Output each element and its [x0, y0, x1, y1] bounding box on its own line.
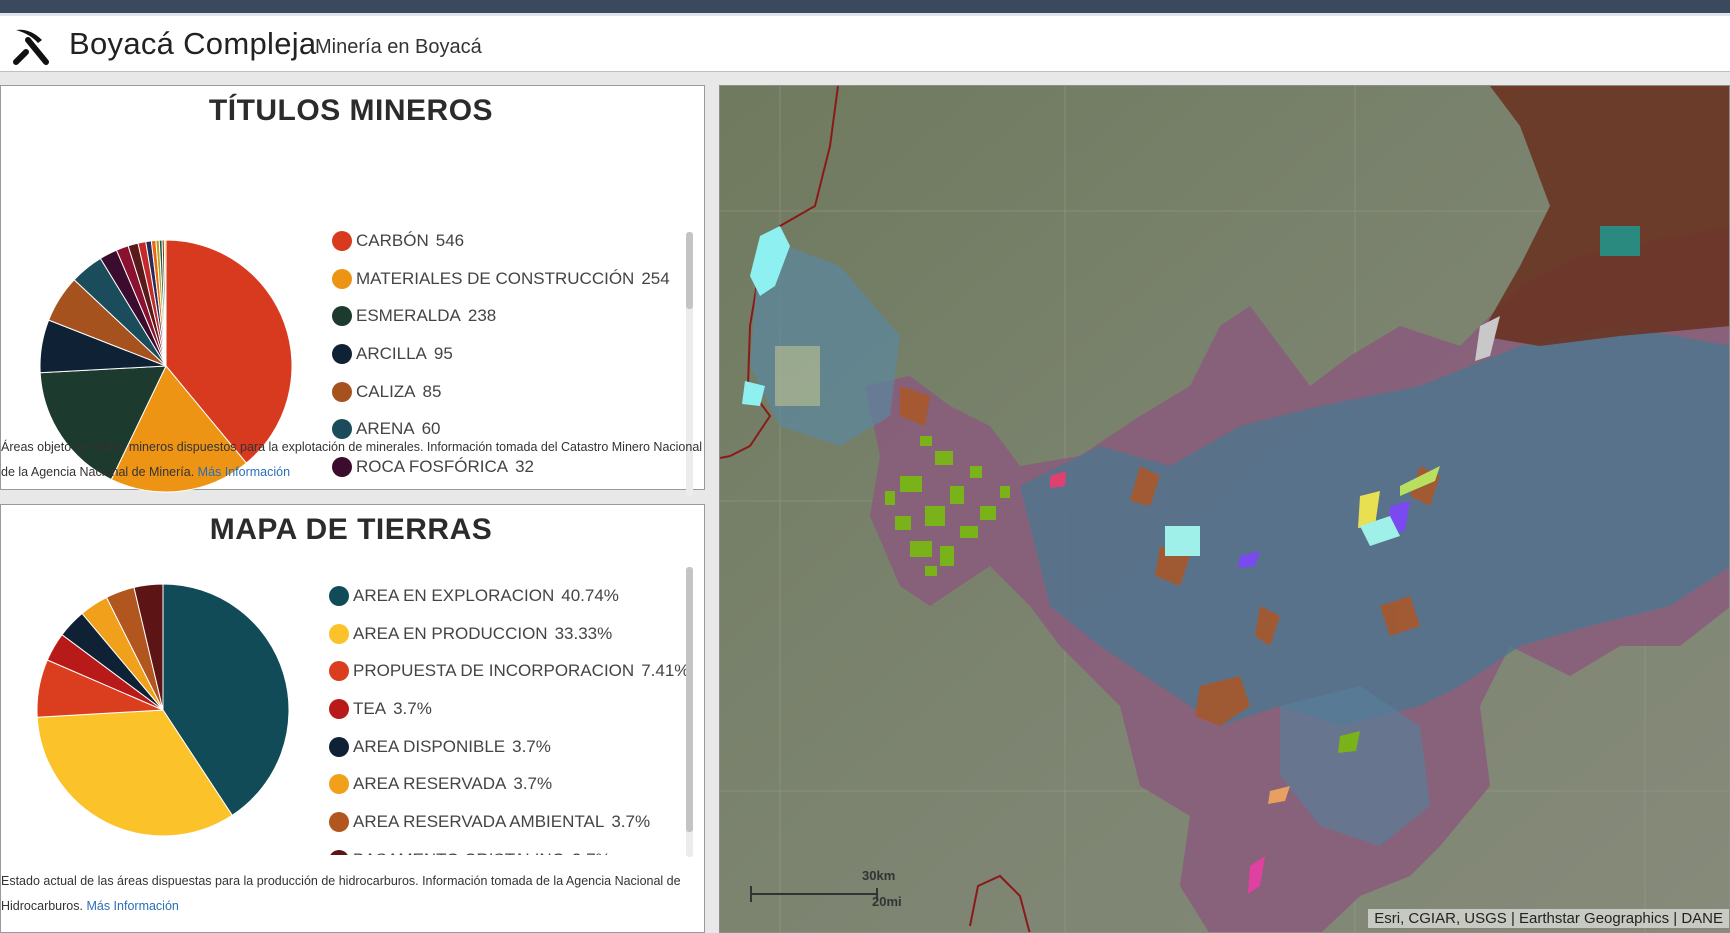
app-header: Boyacá Compleja Minería en Boyacá	[0, 16, 1730, 72]
tierras-description: Estado actual de las áreas dispuestas pa…	[1, 869, 706, 919]
app-title: Boyacá Compleja	[69, 26, 317, 61]
legend-swatch	[332, 268, 352, 289]
map-view[interactable]: 30km 20mi Esri, CGIAR, USGS | Earthstar …	[719, 85, 1730, 933]
legend-swatch	[332, 381, 352, 402]
legend-swatch	[329, 811, 349, 832]
scale-bar-graphic	[750, 886, 878, 902]
tierras-legend-item[interactable]: AREA RESERVADA AMBIENTAL 3.7%	[329, 803, 689, 841]
titulos-legend-item[interactable]: ESMERALDA 238	[332, 297, 682, 335]
legend-label: AREA RESERVADA AMBIENTAL	[353, 811, 605, 831]
legend-value: 95	[433, 343, 453, 363]
legend-value: 546	[435, 230, 465, 250]
legend-value: 7.41%	[641, 661, 689, 681]
legend-value: 3.7%	[611, 811, 651, 831]
legend-value: 3.7%	[513, 774, 553, 794]
legend-value: 3.7%	[572, 850, 611, 855]
pickaxe-icon	[13, 29, 49, 65]
legend-label: AREA EN PRODUCCION	[353, 623, 548, 643]
legend-label: ESMERALDA	[356, 306, 461, 326]
legend-swatch	[329, 736, 349, 757]
more-info-link[interactable]: Más Información	[86, 899, 178, 913]
tierras-legend-item[interactable]: PROPUESTA DE INCORPORACION 7.41%	[329, 652, 689, 690]
titulos-legend-item[interactable]: CALIZA 85	[332, 373, 682, 411]
legend-swatch	[332, 230, 352, 251]
scale-km-label: 30km	[862, 868, 896, 883]
legend-swatch	[332, 306, 352, 327]
tierras-pie-chart	[36, 583, 290, 837]
tierras-legend-item[interactable]: AREA DISPONIBLE 3.7%	[329, 728, 689, 766]
mapa-tierras-panel: MAPA DE TIERRAS AREA EN EXPLORACION 40.74…	[0, 504, 705, 933]
legend-swatch	[329, 774, 349, 795]
titulos-mineros-panel: TÍTULOS MINEROS CARBÓN 546 MATERIALES DE C…	[0, 85, 706, 496]
legend-label: BASAMENTO CRISTALINO	[353, 850, 565, 855]
titulos-legend-item[interactable]: MATERIALES DE CONSTRUCCIÓN 254	[332, 260, 682, 298]
panel-heading: MAPA DE TIERRAS	[209, 513, 493, 546]
legend-label: CARBÓN	[356, 230, 429, 250]
legend-swatch	[329, 585, 349, 606]
satellite-basemap[interactable]	[720, 86, 1730, 933]
legend-scrollbar[interactable]	[686, 567, 693, 857]
app-subtitle: Minería en Boyacá	[315, 36, 482, 58]
legend-label: AREA DISPONIBLE	[353, 736, 506, 756]
tierras-legend-item[interactable]: AREA EN PRODUCCION 33.33%	[329, 615, 689, 653]
legend-value: 33.33%	[554, 623, 613, 643]
legend-label: AREA EN EXPLORACION	[353, 585, 555, 605]
legend-value: 254	[641, 268, 670, 288]
legend-value: 40.74%	[561, 585, 619, 605]
panel-heading: TÍTULOS MINEROS	[208, 94, 494, 127]
legend-swatch	[332, 343, 352, 364]
scale-bar: 30km 20mi	[750, 868, 902, 915]
more-info-link[interactable]: Más Información	[198, 465, 290, 479]
tierras-legend-item[interactable]: TEA 3.7%	[329, 690, 689, 728]
map-attribution: Esri, CGIAR, USGS | Earthstar Geographic…	[1368, 909, 1729, 928]
tierras-legend: AREA EN EXPLORACION 40.74% AREA EN PRODUCC…	[329, 577, 689, 855]
titulos-description: Áreas objeto de títulos mineros dispuest…	[1, 435, 706, 485]
tierras-legend-item[interactable]: AREA RESERVADA 3.7%	[329, 765, 689, 803]
legend-swatch	[329, 849, 349, 855]
titulos-legend-item[interactable]: ARCILLA 95	[332, 335, 682, 373]
legend-value: 85	[422, 381, 442, 401]
titulos-legend-item[interactable]: CARBÓN 546	[332, 222, 682, 260]
legend-label: MATERIALES DE CONSTRUCCIÓN	[356, 268, 635, 288]
legend-value: 3.7%	[393, 698, 432, 718]
top-strip	[0, 0, 1730, 14]
legend-swatch	[329, 623, 349, 644]
scrollbar-thumb[interactable]	[686, 567, 693, 832]
legend-label: AREA RESERVADA	[353, 774, 507, 794]
tierras-legend-item[interactable]: BASAMENTO CRISTALINO 3.7%	[329, 841, 689, 855]
legend-label: PROPUESTA DE INCORPORACION	[353, 661, 635, 681]
description-text: Áreas objeto de títulos mineros dispuest…	[1, 440, 703, 479]
legend-label: TEA	[353, 698, 387, 718]
tierras-legend-item[interactable]: AREA EN EXPLORACION 40.74%	[329, 577, 689, 615]
legend-label: ARCILLA	[356, 343, 427, 363]
legend-swatch	[329, 698, 349, 719]
legend-value: 238	[467, 306, 497, 326]
legend-label: CALIZA	[356, 381, 416, 401]
scale-mi-label: 20mi	[872, 894, 902, 909]
scrollbar-thumb[interactable]	[686, 232, 693, 309]
legend-swatch	[329, 661, 349, 682]
legend-value: 3.7%	[512, 736, 551, 756]
